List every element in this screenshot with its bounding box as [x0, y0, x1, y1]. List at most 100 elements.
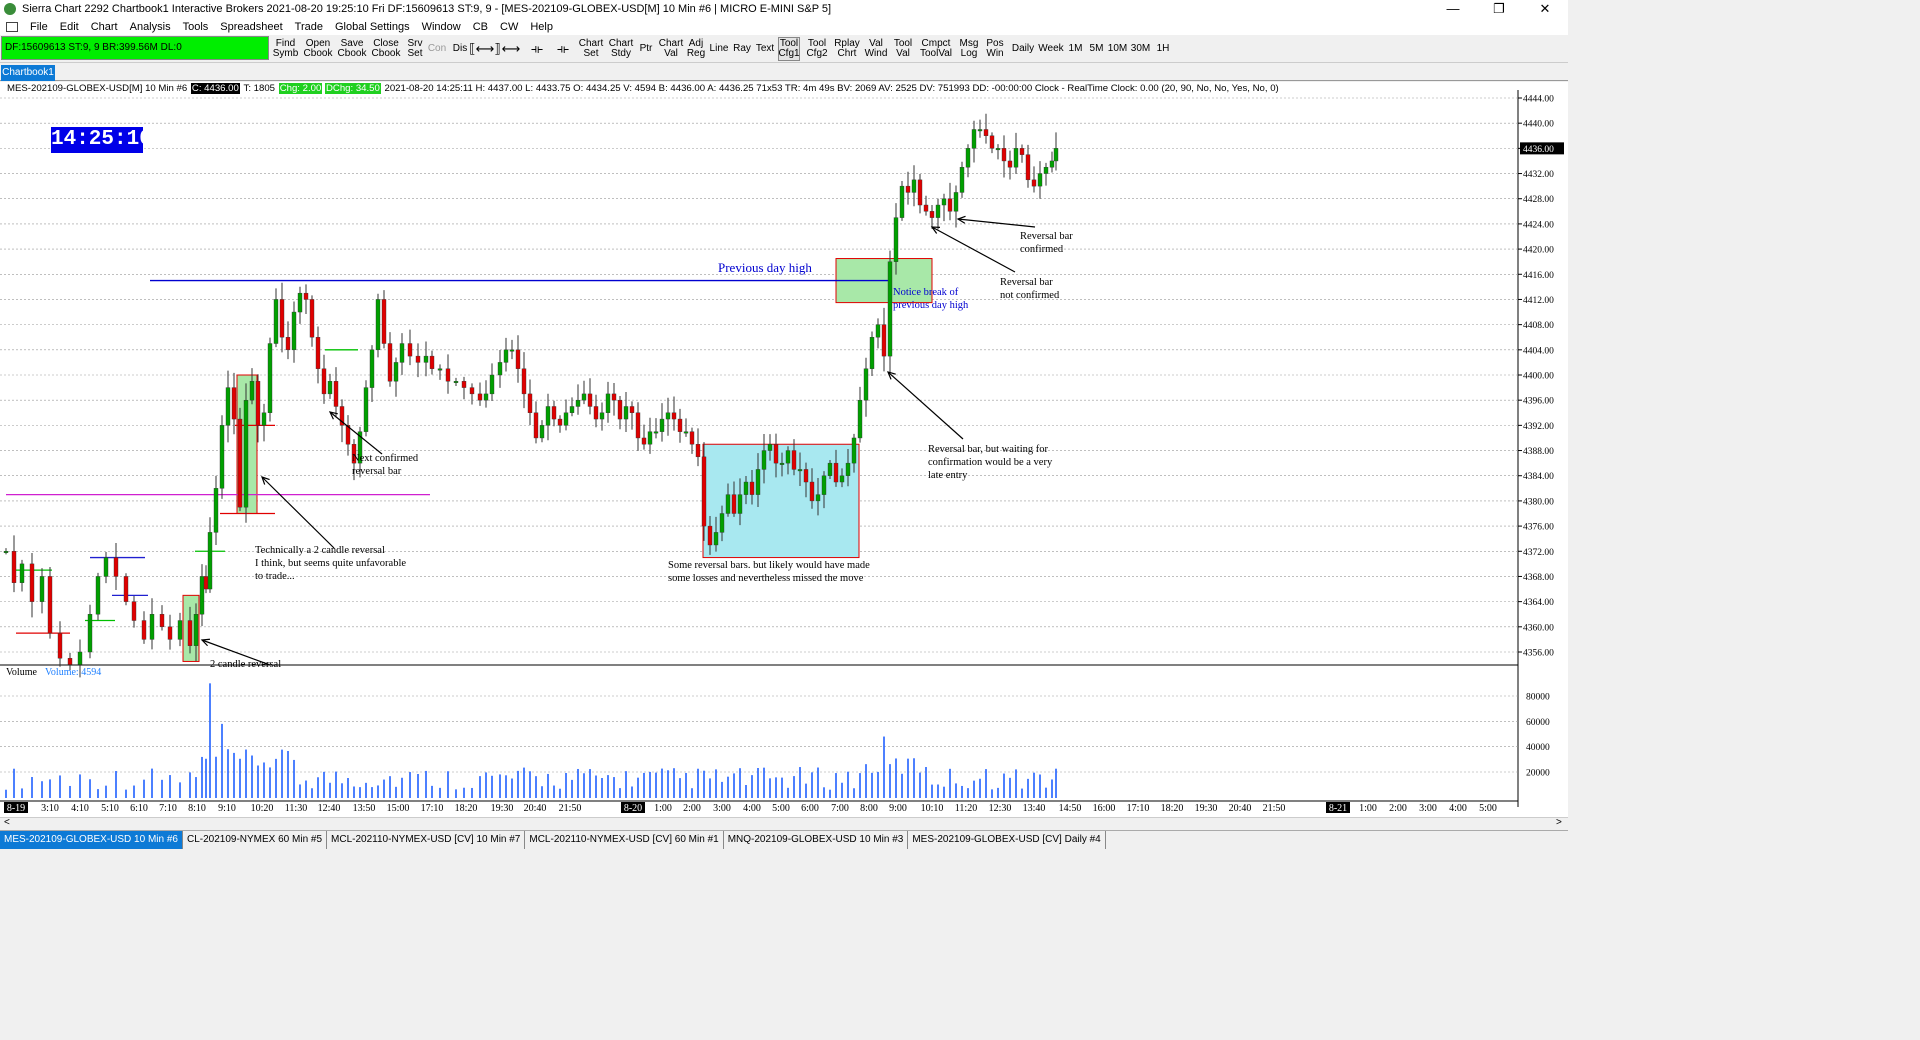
two-candle-unfavorable-label: I think, but seems quite unfavorable	[255, 558, 406, 569]
scroll-left-icon[interactable]: <	[4, 817, 10, 828]
candle-body	[569, 406, 575, 413]
toolbar-button-13[interactable]: Ptr	[638, 37, 654, 61]
toolbar-button-29[interactable]: 1M	[1067, 37, 1084, 61]
menu-cb[interactable]: CB	[467, 21, 494, 33]
menu-cw[interactable]: CW	[494, 21, 524, 33]
toolbar-button-12[interactable]: Chart Stdy	[608, 37, 634, 61]
close-button[interactable]: ✕	[1522, 0, 1568, 18]
system-menu-icon[interactable]	[6, 21, 18, 32]
toolbar-button-22[interactable]: Val Wind	[864, 37, 888, 61]
arrow-two-candle-unfavorable	[261, 476, 335, 549]
candle-body	[423, 355, 429, 363]
toolbar-button-8[interactable]: ⟷	[500, 37, 522, 61]
reversal-late-label: late entry	[928, 470, 968, 481]
menu-spreadsheet[interactable]: Spreadsheet	[214, 21, 288, 33]
time-axis-label: 4:10	[71, 803, 89, 814]
candle-body	[159, 614, 165, 628]
chart-tab-mcl-60min[interactable]: MCL-202110-NYMEX-USD [CV] 60 Min #1	[525, 831, 724, 849]
candle-body	[659, 418, 665, 432]
time-axis-label: 2:00	[1389, 803, 1407, 814]
toolbar-button-14[interactable]: Chart Val	[658, 37, 684, 61]
time-axis-label: 21:50	[1263, 803, 1286, 814]
toolbar-button-label: ⟛	[531, 41, 543, 57]
menu-analysis[interactable]: Analysis	[124, 21, 177, 33]
toolbar-button-18[interactable]: Text	[754, 37, 776, 61]
candle-body	[1001, 148, 1007, 162]
toolbar-button-32[interactable]: 30M	[1130, 37, 1151, 61]
toolbar-button-20[interactable]: Tool Cfg2	[804, 37, 830, 61]
candle-body	[917, 179, 923, 206]
candle-body	[399, 343, 405, 363]
toolbar-button-23[interactable]: Tool Val	[892, 37, 914, 61]
toolbar-button-17[interactable]: Ray	[733, 37, 751, 61]
menu-window[interactable]: Window	[416, 21, 467, 33]
toolbar-button-27[interactable]: Daily	[1010, 37, 1036, 61]
toolbar-button-3[interactable]: Close Cbook	[371, 37, 401, 61]
toolbar-button-9[interactable]: ⟛	[526, 37, 548, 61]
menu-trade[interactable]: Trade	[289, 21, 329, 33]
horizontal-scrollbar[interactable]: < >	[0, 817, 1568, 829]
maximize-button[interactable]: ❐	[1476, 0, 1522, 18]
scroll-right-icon[interactable]: >	[1556, 817, 1562, 828]
candle-body	[203, 576, 209, 590]
toolbar-button-6[interactable]: Dis	[450, 37, 470, 61]
toolbar-button-21[interactable]: Rplay Chrt	[834, 37, 860, 61]
price-axis-label: 4436.00	[1523, 145, 1554, 155]
toolbar-button-15[interactable]: Adj Reg	[686, 37, 706, 61]
toolbar-button-0[interactable]: Find Symb	[272, 37, 299, 61]
toolbar-button-2[interactable]: Save Cbook	[337, 37, 367, 61]
toolbar-button-31[interactable]: 10M	[1107, 37, 1128, 61]
menu-global-settings[interactable]: Global Settings	[329, 21, 416, 33]
candle-body	[381, 299, 387, 344]
toolbar-button-33[interactable]: 1H	[1155, 37, 1171, 61]
toolbar-button-4[interactable]: Srv Set	[405, 37, 425, 61]
menu-help[interactable]: Help	[524, 21, 559, 33]
time-axis-label: 5:10	[101, 803, 119, 814]
tab-chartbook1[interactable]: Chartbook1	[1, 65, 55, 81]
time-axis-label: 6:10	[130, 803, 148, 814]
toolbar-button-11[interactable]: Chart Set	[578, 37, 604, 61]
minimize-button[interactable]: —	[1430, 0, 1476, 18]
volume-axis-label: 40000	[1526, 743, 1550, 753]
toolbar-button-28[interactable]: Week	[1038, 37, 1064, 61]
toolbar-button-7[interactable]: ⟦⟷⟧	[469, 37, 501, 61]
candle-body	[249, 381, 255, 401]
toolbar-button-sublabel: Set	[407, 48, 423, 59]
price-axis-label: 4428.00	[1523, 195, 1554, 205]
chart-tab-mes-10min[interactable]: MES-202109-GLOBEX-USD 10 Min #6	[0, 831, 183, 849]
chart-tab-mnq-10min[interactable]: MNQ-202109-GLOBEX-USD 10 Min #3	[724, 831, 909, 849]
time-axis-label: 18:20	[455, 803, 478, 814]
candle-body	[29, 563, 35, 602]
candle-body	[3, 551, 9, 553]
menu-edit[interactable]: Edit	[54, 21, 85, 33]
toolbar-button-30[interactable]: 5M	[1088, 37, 1105, 61]
chart-tab-cl-60min[interactable]: CL-202109-NYMEX 60 Min #5	[183, 831, 328, 849]
toolbar-button-label: 1M	[1068, 43, 1083, 54]
candle-body	[911, 179, 917, 193]
toolbar-button-16[interactable]: Line	[709, 37, 729, 61]
notice-break-label: Notice break of	[893, 287, 959, 298]
chart-tabs: MES-202109-GLOBEX-USD 10 Min #6 CL-20210…	[0, 830, 1568, 849]
chart-tab-mcl-10min[interactable]: MCL-202110-NYMEX-USD [CV] 10 Min #7	[327, 831, 526, 849]
price-chart[interactable]: 4444.00 4440.00 4436.00 4432.00 4428.00 4424.…	[0, 82, 1568, 817]
candle-body	[905, 185, 911, 193]
toolbar-button-1[interactable]: Open Cbook	[303, 37, 333, 61]
toolbar-button-label: Week	[1038, 43, 1064, 54]
candle-body	[629, 406, 635, 413]
toolbar-button-19[interactable]: Tool Cfg1	[778, 37, 800, 61]
toolbar-button-25[interactable]: Msg Log	[958, 37, 980, 61]
toolbar-button-sublabel: Val	[664, 48, 678, 59]
chart-tab-mes-daily[interactable]: MES-202109-GLOBEX-USD [CV] Daily #4	[908, 831, 1106, 849]
menu-chart[interactable]: Chart	[85, 21, 124, 33]
toolbar-button-24[interactable]: Cmpct ToolVal	[918, 37, 954, 61]
toolbar-button-26[interactable]: Pos Win	[984, 37, 1006, 61]
candle-body	[989, 135, 995, 149]
toolbar-button-10[interactable]: ⟛	[552, 37, 574, 61]
menu-tools[interactable]: Tools	[177, 21, 215, 33]
toolbar-button-sublabel: ToolVal	[919, 48, 953, 59]
candle-body	[617, 399, 623, 420]
candle-body	[327, 381, 333, 395]
menu-file[interactable]: File	[24, 21, 54, 33]
toolbar-button-5[interactable]: Con	[427, 37, 447, 61]
chart-area[interactable]: 4444.00 4440.00 4436.00 4432.00 4428.00 4424.…	[0, 82, 1568, 827]
